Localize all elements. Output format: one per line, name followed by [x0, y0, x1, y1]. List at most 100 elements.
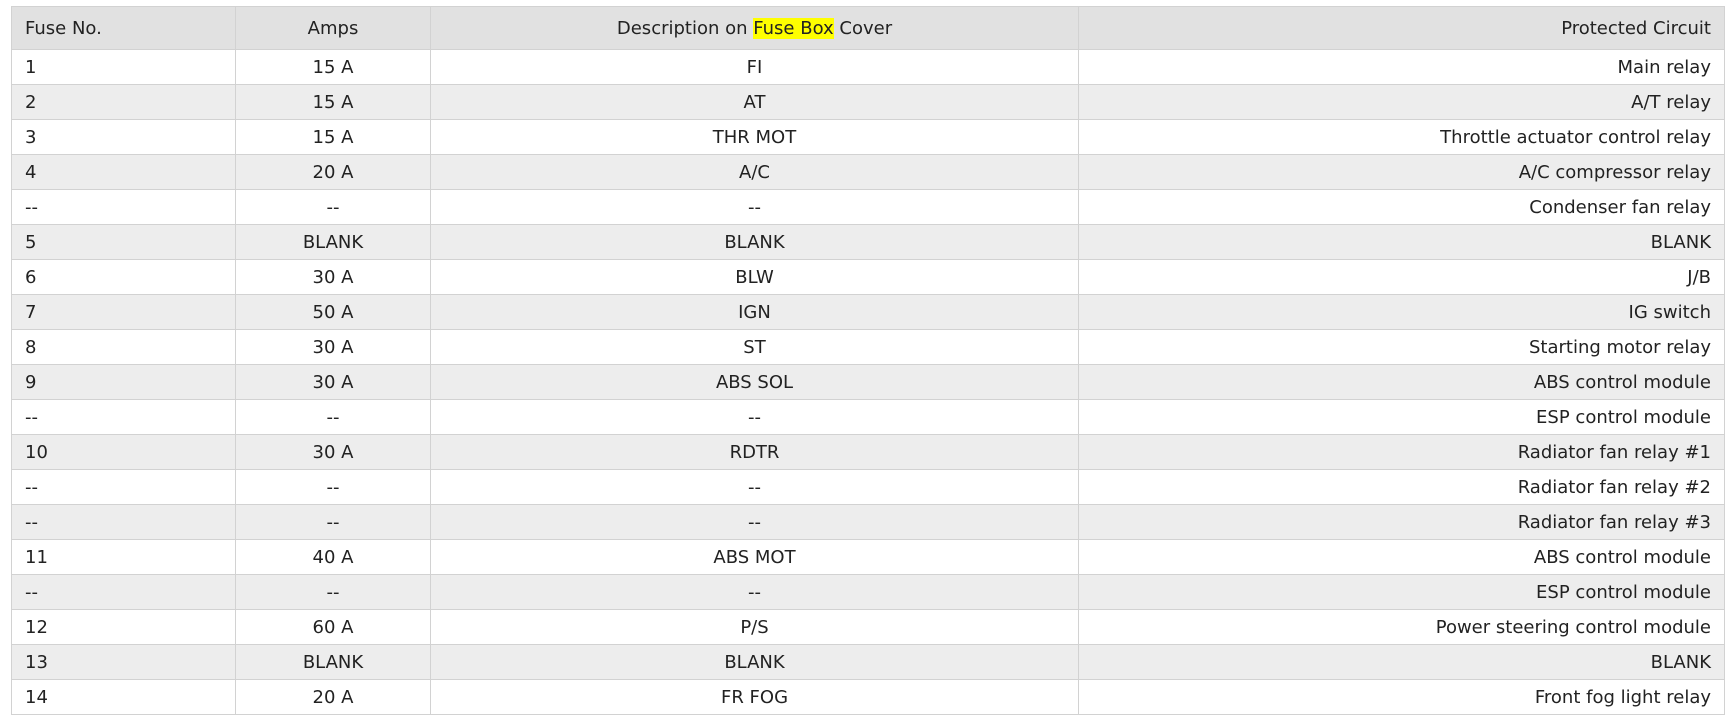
- table-row: 11 40 A ABS MOT ABS control module: [11, 539, 1725, 575]
- cell-fuse-no: 9: [11, 364, 236, 400]
- cell-description: A/C: [430, 154, 1079, 190]
- cell-fuse-no: 5: [11, 224, 236, 260]
- cell-protected-circuit: Condenser fan relay: [1078, 189, 1725, 225]
- table-row: 1 15 A FI Main relay: [11, 49, 1725, 85]
- cell-fuse-no: 11: [11, 539, 236, 575]
- table-body: 1 15 A FI Main relay 2 15 A AT A/T relay 3 15 A TH…: [11, 49, 1725, 715]
- cell-fuse-no: --: [11, 469, 236, 505]
- cell-fuse-no: 3: [11, 119, 236, 155]
- cell-amps: --: [235, 574, 431, 610]
- header-description-prefix: Description on: [616, 17, 754, 39]
- table-row: 5 BLANK BLANK BLANK: [11, 224, 1725, 260]
- cell-description: BLANK: [430, 224, 1079, 260]
- cell-protected-circuit: Throttle actuator control relay: [1078, 119, 1725, 155]
- table-row: 6 30 A BLW J/B: [11, 259, 1725, 295]
- cell-protected-circuit: ESP control module: [1078, 399, 1725, 435]
- cell-fuse-no: --: [11, 574, 236, 610]
- cell-description: --: [430, 504, 1079, 540]
- header-description: Description on Fuse Box Cover: [430, 6, 1079, 50]
- table-row: 2 15 A AT A/T relay: [11, 84, 1725, 120]
- fuse-table: Fuse No. Amps Description on Fuse Box Co…: [11, 6, 1725, 715]
- cell-fuse-no: --: [11, 504, 236, 540]
- cell-amps: 20 A: [235, 154, 431, 190]
- cell-fuse-no: 10: [11, 434, 236, 470]
- cell-protected-circuit: IG switch: [1078, 294, 1725, 330]
- cell-description: IGN: [430, 294, 1079, 330]
- cell-amps: 30 A: [235, 259, 431, 295]
- cell-amps: BLANK: [235, 224, 431, 260]
- cell-fuse-no: 12: [11, 609, 236, 645]
- table-row: 9 30 A ABS SOL ABS control module: [11, 364, 1725, 400]
- cell-amps: --: [235, 399, 431, 435]
- cell-amps: --: [235, 189, 431, 225]
- cell-fuse-no: 1: [11, 49, 236, 85]
- cell-protected-circuit: Main relay: [1078, 49, 1725, 85]
- table-row: -- -- -- Radiator fan relay #2: [11, 469, 1725, 505]
- cell-protected-circuit: Radiator fan relay #3: [1078, 504, 1725, 540]
- cell-protected-circuit: Power steering control module: [1078, 609, 1725, 645]
- cell-amps: --: [235, 469, 431, 505]
- cell-amps: 30 A: [235, 434, 431, 470]
- cell-description: BLANK: [430, 644, 1079, 680]
- cell-description: ABS SOL: [430, 364, 1079, 400]
- cell-fuse-no: --: [11, 399, 236, 435]
- cell-protected-circuit: A/T relay: [1078, 84, 1725, 120]
- header-row: Fuse No. Amps Description on Fuse Box Co…: [11, 6, 1725, 50]
- cell-fuse-no: 13: [11, 644, 236, 680]
- table-row: 7 50 A IGN IG switch: [11, 294, 1725, 330]
- cell-protected-circuit: BLANK: [1078, 224, 1725, 260]
- cell-amps: 20 A: [235, 679, 431, 715]
- cell-amps: 15 A: [235, 84, 431, 120]
- header-fuse-no: Fuse No.: [11, 6, 236, 50]
- cell-description: BLW: [430, 259, 1079, 295]
- header-description-suffix: Cover: [833, 17, 893, 39]
- cell-amps: 40 A: [235, 539, 431, 575]
- cell-protected-circuit: BLANK: [1078, 644, 1725, 680]
- cell-fuse-no: 8: [11, 329, 236, 365]
- cell-amps: 15 A: [235, 119, 431, 155]
- cell-amps: 15 A: [235, 49, 431, 85]
- cell-amps: 30 A: [235, 364, 431, 400]
- table-row: 10 30 A RDTR Radiator fan relay #1: [11, 434, 1725, 470]
- header-amps: Amps: [235, 6, 431, 50]
- cell-description: --: [430, 189, 1079, 225]
- cell-description: --: [430, 469, 1079, 505]
- cell-fuse-no: 14: [11, 679, 236, 715]
- table-header: Fuse No. Amps Description on Fuse Box Co…: [11, 6, 1725, 50]
- cell-fuse-no: 4: [11, 154, 236, 190]
- cell-amps: 60 A: [235, 609, 431, 645]
- table-row: 12 60 A P/S Power steering control module: [11, 609, 1725, 645]
- cell-fuse-no: 2: [11, 84, 236, 120]
- table-row: 4 20 A A/C A/C compressor relay: [11, 154, 1725, 190]
- cell-fuse-no: 6: [11, 259, 236, 295]
- cell-description: --: [430, 574, 1079, 610]
- cell-protected-circuit: ABS control module: [1078, 539, 1725, 575]
- cell-fuse-no: --: [11, 189, 236, 225]
- cell-description: THR MOT: [430, 119, 1079, 155]
- cell-description: P/S: [430, 609, 1079, 645]
- cell-protected-circuit: Radiator fan relay #1: [1078, 434, 1725, 470]
- fuse-table-container: Fuse No. Amps Description on Fuse Box Co…: [11, 6, 1725, 715]
- table-row: -- -- -- Radiator fan relay #3: [11, 504, 1725, 540]
- table-row: -- -- -- ESP control module: [11, 399, 1725, 435]
- cell-description: FR FOG: [430, 679, 1079, 715]
- cell-protected-circuit: A/C compressor relay: [1078, 154, 1725, 190]
- cell-protected-circuit: Starting motor relay: [1078, 329, 1725, 365]
- cell-description: AT: [430, 84, 1079, 120]
- cell-amps: BLANK: [235, 644, 431, 680]
- cell-protected-circuit: Front fog light relay: [1078, 679, 1725, 715]
- cell-description: RDTR: [430, 434, 1079, 470]
- table-row: -- -- -- ESP control module: [11, 574, 1725, 610]
- cell-description: FI: [430, 49, 1079, 85]
- cell-amps: --: [235, 504, 431, 540]
- cell-protected-circuit: ABS control module: [1078, 364, 1725, 400]
- cell-description: --: [430, 399, 1079, 435]
- search-highlight: Fuse Box: [753, 17, 834, 39]
- table-row: -- -- -- Condenser fan relay: [11, 189, 1725, 225]
- cell-protected-circuit: J/B: [1078, 259, 1725, 295]
- header-protected-circuit: Protected Circuit: [1078, 6, 1725, 50]
- cell-protected-circuit: ESP control module: [1078, 574, 1725, 610]
- table-row: 8 30 A ST Starting motor relay: [11, 329, 1725, 365]
- table-row: 3 15 A THR MOT Throttle actuator control re…: [11, 119, 1725, 155]
- cell-description: ABS MOT: [430, 539, 1079, 575]
